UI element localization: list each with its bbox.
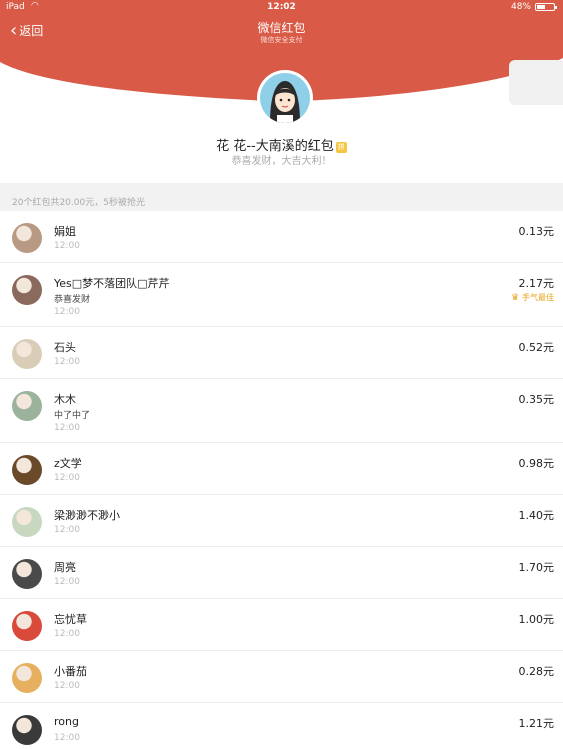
amount: 0.35元: [518, 393, 555, 406]
recipient-name: 木木: [54, 393, 76, 406]
packet-summary: 20个红包共20.00元，5秒被抢光: [12, 198, 145, 208]
list-item[interactable]: 忘忧草 12:00 1.00元: [0, 599, 563, 651]
amount: 1.70元: [518, 561, 555, 574]
recipient-message: 中了中了: [54, 411, 91, 421]
recipient-name: 小番茄: [54, 665, 87, 678]
best-luck-badge: ♛ 手气最佳: [511, 292, 554, 303]
recipient-time: 12:00: [54, 473, 80, 483]
crown-icon: ♛: [511, 293, 522, 303]
avatar[interactable]: [12, 339, 42, 369]
amount: 1.21元: [518, 717, 555, 730]
avatar[interactable]: [12, 223, 42, 253]
avatar[interactable]: [12, 663, 42, 693]
amount: 0.28元: [518, 665, 555, 678]
recipient-time: 12:00: [54, 733, 80, 743]
amount: 1.40元: [518, 509, 555, 522]
recipient-time: 12:00: [54, 241, 80, 251]
avatar[interactable]: [12, 715, 42, 745]
page-title: 微信红包: [257, 21, 306, 35]
recipient-time: 12:00: [54, 577, 80, 587]
recipient-time: 12:00: [54, 629, 80, 639]
list-item[interactable]: 石头 12:00 0.52元: [0, 327, 563, 379]
amount: 0.52元: [518, 341, 555, 354]
recipient-name: rong: [54, 715, 79, 728]
status-time: 12:02: [267, 2, 296, 12]
recipient-time: 12:00: [54, 525, 80, 535]
best-luck-label: 手气最佳: [522, 293, 554, 302]
list-item[interactable]: 娟姐 12:00 0.13元: [0, 211, 563, 263]
battery-fill: [537, 5, 545, 9]
recipient-name: Yes□梦不落团队□芹芹: [54, 277, 170, 290]
battery-percent: 48%: [510, 2, 531, 12]
recipient-name: 娟姐: [54, 225, 76, 238]
recipient-list: 娟姐 12:00 0.13元 Yes□梦不落团队□芹芹 恭喜发财 12:00 2.17元 ♛ …: [0, 211, 563, 749]
recipient-name: 梁渺渺不渺小: [54, 509, 120, 522]
list-item[interactable]: 木木中了中了 12:00 0.35元: [0, 379, 563, 443]
list-item[interactable]: 梁渺渺不渺小 12:00 1.40元: [0, 495, 563, 547]
recipient-message: 恭喜发财: [54, 295, 91, 305]
sender-avatar[interactable]: [257, 70, 313, 126]
amount: 0.13元: [518, 225, 555, 238]
recipient-name: 石头: [54, 341, 76, 354]
avatar[interactable]: [12, 507, 42, 537]
status-bar: iPad ◠ 12:02 48%: [0, 0, 563, 14]
avatar[interactable]: [12, 611, 42, 641]
avatar[interactable]: [12, 455, 42, 485]
battery-icon: [535, 3, 557, 11]
battery-tip: [555, 6, 557, 9]
list-item[interactable]: rong 12:00 1.21元: [0, 703, 563, 749]
list-item[interactable]: 小番茄 12:00 0.28元: [0, 651, 563, 703]
amount: 0.98元: [518, 457, 555, 470]
page-subtitle: 微信安全支付: [260, 36, 303, 44]
recipient-name: z文学: [54, 457, 82, 470]
cartoon-girl-avatar-icon: [260, 73, 310, 123]
recipient-time: 12:00: [54, 681, 80, 691]
avatar[interactable]: [12, 275, 42, 305]
recipient-time: 12:00: [54, 307, 80, 317]
amount: 2.17元: [518, 277, 555, 290]
recipient-name: 周亮: [54, 561, 76, 574]
list-item[interactable]: z文学 12:00 0.98元: [0, 443, 563, 495]
avatar[interactable]: [12, 391, 42, 421]
avatar[interactable]: [12, 559, 42, 589]
recipient-name: 忘忧草: [54, 613, 87, 626]
recipient-time: 12:00: [54, 357, 80, 367]
greeting-message: 恭喜发财，大吉大利！: [231, 156, 332, 167]
recipient-time: 12:00: [54, 423, 80, 433]
amount: 1.00元: [518, 613, 555, 626]
list-item[interactable]: Yes□梦不落团队□芹芹 恭喜发财 12:00 2.17元 ♛ 手气最佳: [0, 263, 563, 327]
list-item[interactable]: 周亮 12:00 1.70元: [0, 547, 563, 599]
side-tab: [509, 60, 563, 105]
